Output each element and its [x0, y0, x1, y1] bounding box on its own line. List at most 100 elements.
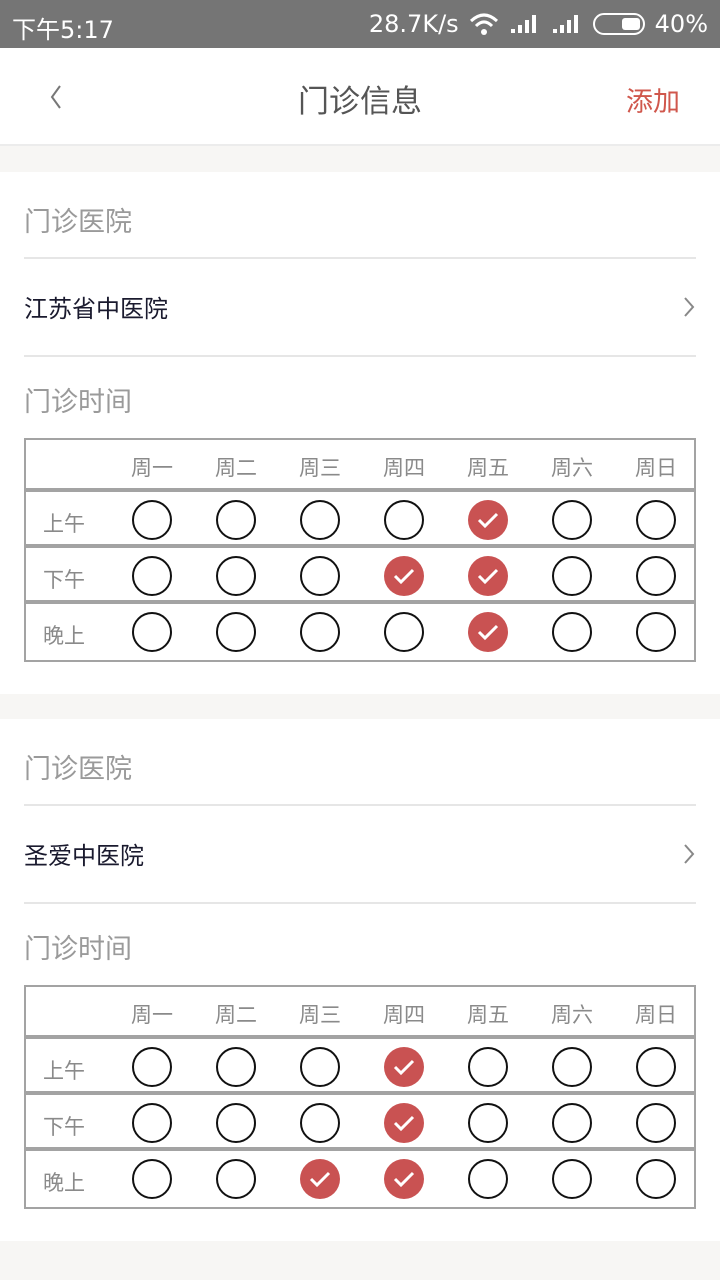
- day-header: 周二: [215, 456, 257, 480]
- slot-checked[interactable]: [468, 500, 508, 540]
- slot-unchecked[interactable]: [300, 612, 340, 652]
- check-icon: [477, 568, 499, 585]
- hospital-selector[interactable]: 圣爱中医院: [0, 806, 720, 902]
- slot-unchecked[interactable]: [636, 1047, 676, 1087]
- clinic-card: 门诊医院 江苏省中医院 门诊时间周一 周二 周三 周四 周五 周六 周日上午下午晚上: [0, 172, 720, 694]
- hospital-label: 门诊医院: [24, 207, 132, 238]
- hospital-label: 门诊医院: [24, 754, 132, 785]
- hospital-name: 圣爱中医院: [24, 842, 144, 870]
- check-icon: [393, 1059, 415, 1076]
- check-icon: [309, 1171, 331, 1188]
- slot-unchecked[interactable]: [216, 1103, 256, 1143]
- signal-icon: [552, 15, 578, 33]
- slot-unchecked[interactable]: [132, 612, 172, 652]
- slot-unchecked[interactable]: [216, 1159, 256, 1199]
- schedule-row: 晚上: [26, 1151, 694, 1207]
- day-header: 周一: [131, 1003, 173, 1027]
- day-header: 周三: [299, 1003, 341, 1027]
- period-label: 上午: [43, 512, 85, 536]
- slot-unchecked[interactable]: [552, 1047, 592, 1087]
- check-icon: [393, 1171, 415, 1188]
- slot-checked[interactable]: [468, 612, 508, 652]
- slot-unchecked[interactable]: [384, 500, 424, 540]
- check-icon: [393, 568, 415, 585]
- slot-unchecked[interactable]: [132, 556, 172, 596]
- slot-unchecked[interactable]: [132, 1103, 172, 1143]
- divider: [24, 355, 696, 357]
- schedule-grid: 周一 周二 周三 周四 周五 周六 周日上午下午晚上: [24, 985, 696, 1209]
- day-header: 周四: [383, 456, 425, 480]
- page-title: 门诊信息: [298, 84, 422, 120]
- schedule-row: 上午: [26, 492, 694, 548]
- slot-unchecked[interactable]: [216, 500, 256, 540]
- slot-unchecked[interactable]: [300, 556, 340, 596]
- slot-unchecked[interactable]: [216, 612, 256, 652]
- slot-checked[interactable]: [468, 556, 508, 596]
- schedule-grid: 周一 周二 周三 周四 周五 周六 周日上午下午晚上: [24, 438, 696, 662]
- day-header: 周五: [467, 456, 509, 480]
- slot-unchecked[interactable]: [552, 1103, 592, 1143]
- slot-unchecked[interactable]: [636, 612, 676, 652]
- slot-unchecked[interactable]: [468, 1159, 508, 1199]
- hospital-selector[interactable]: 江苏省中医院: [0, 259, 720, 355]
- day-header: 周一: [131, 456, 173, 480]
- slot-unchecked[interactable]: [636, 500, 676, 540]
- add-button[interactable]: 添加: [626, 80, 680, 119]
- schedule-row: 下午: [26, 548, 694, 604]
- slot-unchecked[interactable]: [216, 1047, 256, 1087]
- status-right: 28.7K/s 40%: [369, 10, 708, 38]
- schedule-row: 上午: [26, 1039, 694, 1095]
- slot-checked[interactable]: [384, 1047, 424, 1087]
- day-header: 周日: [635, 456, 677, 480]
- slot-unchecked[interactable]: [552, 500, 592, 540]
- slot-checked[interactable]: [384, 556, 424, 596]
- day-header: 周四: [383, 1003, 425, 1027]
- schedule-row: 下午: [26, 1095, 694, 1151]
- slot-unchecked[interactable]: [132, 1047, 172, 1087]
- slot-unchecked[interactable]: [552, 556, 592, 596]
- divider: [24, 902, 696, 904]
- slot-unchecked[interactable]: [468, 1103, 508, 1143]
- period-label: 上午: [43, 1059, 85, 1083]
- battery-icon: [592, 13, 645, 35]
- slot-checked[interactable]: [384, 1103, 424, 1143]
- slot-unchecked[interactable]: [300, 1047, 340, 1087]
- period-label: 晚上: [43, 624, 85, 648]
- slot-checked[interactable]: [384, 1159, 424, 1199]
- day-header: 周三: [299, 456, 341, 480]
- slot-unchecked[interactable]: [636, 1159, 676, 1199]
- signal-icon: [510, 15, 536, 33]
- slot-unchecked[interactable]: [468, 1047, 508, 1087]
- clinic-card: 门诊医院 圣爱中医院 门诊时间周一 周二 周三 周四 周五 周六 周日上午下午晚上: [0, 719, 720, 1241]
- period-label: 下午: [43, 1115, 85, 1139]
- chevron-right-icon: [684, 297, 695, 317]
- day-header: 周五: [467, 1003, 509, 1027]
- network-speed: 28.7K/s: [368, 10, 459, 38]
- battery-level: 40%: [654, 10, 708, 38]
- check-icon: [477, 512, 499, 529]
- slot-unchecked[interactable]: [384, 612, 424, 652]
- chevron-right-icon: [684, 844, 695, 864]
- schedule-header: 周一 周二 周三 周四 周五 周六 周日: [26, 987, 694, 1039]
- slot-unchecked[interactable]: [132, 500, 172, 540]
- slot-unchecked[interactable]: [300, 1103, 340, 1143]
- status-time: 下午5:17: [12, 16, 114, 44]
- day-header: 周六: [551, 1003, 593, 1027]
- day-header: 周日: [635, 1003, 677, 1027]
- slot-unchecked[interactable]: [216, 556, 256, 596]
- status-bar: 下午5:17 28.7K/s 40%: [0, 0, 720, 48]
- wifi-icon: [469, 13, 498, 35]
- slot-unchecked[interactable]: [552, 1159, 592, 1199]
- day-header: 周二: [215, 1003, 257, 1027]
- slot-checked[interactable]: [300, 1159, 340, 1199]
- time-label: 门诊时间: [24, 387, 132, 418]
- day-header: 周六: [551, 456, 593, 480]
- hospital-name: 江苏省中医院: [24, 295, 168, 323]
- slot-unchecked[interactable]: [636, 556, 676, 596]
- slot-unchecked[interactable]: [552, 612, 592, 652]
- slot-unchecked[interactable]: [300, 500, 340, 540]
- period-label: 晚上: [43, 1171, 85, 1195]
- time-label: 门诊时间: [24, 934, 132, 965]
- slot-unchecked[interactable]: [132, 1159, 172, 1199]
- slot-unchecked[interactable]: [636, 1103, 676, 1143]
